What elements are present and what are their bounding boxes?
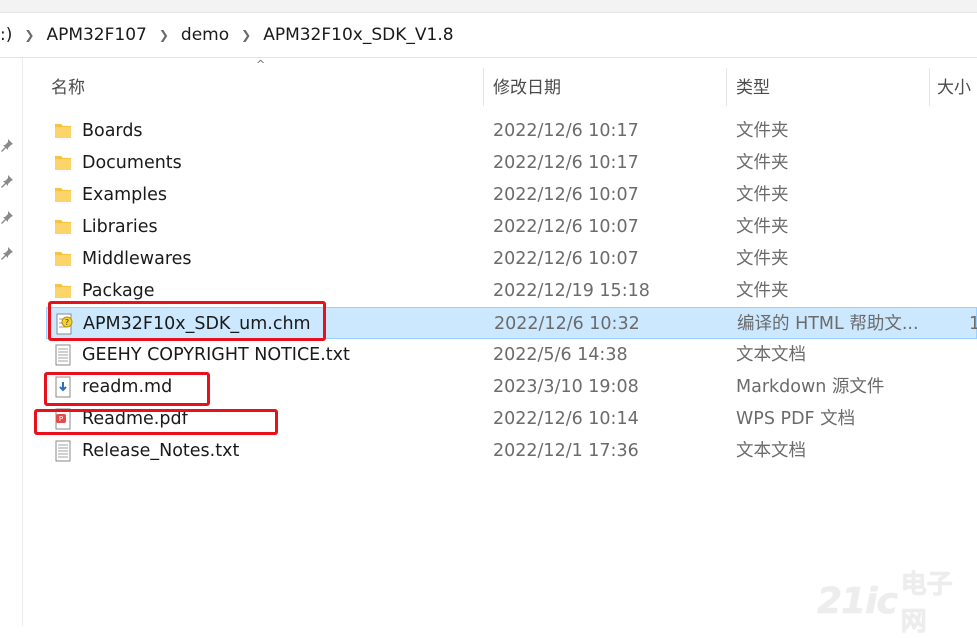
text-file-icon [55,440,71,462]
file-date: 2023/3/10 19:08 [493,377,639,397]
column-divider[interactable] [483,68,484,106]
file-type: WPS PDF 文档 [736,409,856,429]
column-header-size[interactable]: 大小 [937,66,971,110]
pin-icon[interactable] [0,246,14,260]
folder-icon [55,156,71,170]
file-name: Libraries [82,217,158,237]
folder-icon [55,252,71,266]
file-date: 2022/12/6 10:14 [493,409,639,429]
column-header: ^ 名称 修改日期 类型 大小 [22,58,977,110]
file-date: 2022/12/1 17:36 [493,441,639,461]
file-type: 文件夹 [736,153,789,173]
breadcrumb-demo[interactable]: demo [177,25,233,45]
text-file-icon [55,344,71,366]
file-name: Release_Notes.txt [82,441,240,461]
file-type: 编译的 HTML 帮助文... [737,314,919,334]
pin-icon[interactable] [0,138,14,152]
annotation-highlight-md [44,372,210,406]
file-date: 2022/12/6 10:17 [493,121,639,141]
watermark-logo-text: 21ic [817,580,898,622]
file-size: 1 [969,314,977,334]
file-type: 文件夹 [736,249,789,269]
file-type: 文件夹 [736,185,789,205]
column-header-type[interactable]: 类型 [736,66,770,110]
watermark-site-text: 电子网 [900,570,953,637]
file-type: 文件夹 [736,281,789,301]
chevron-right-icon[interactable]: ❯ [233,28,259,42]
file-row[interactable]: Middlewares 2022/12/6 10:07 文件夹 [46,243,977,275]
file-row[interactable]: GEEHY COPYRIGHT NOTICE.txt 2022/5/6 14:3… [46,339,977,371]
file-row[interactable]: Boards 2022/12/6 10:17 文件夹 [46,115,977,147]
chevron-right-icon[interactable]: ❯ [151,28,177,42]
column-divider[interactable] [929,68,930,106]
file-name: Boards [82,121,143,141]
file-date: 2022/12/6 10:32 [494,314,640,334]
column-header-name[interactable]: 名称 [51,66,85,110]
file-row[interactable]: Release_Notes.txt 2022/12/1 17:36 文本文档 [46,435,977,467]
file-type: Markdown 源文件 [736,377,885,397]
folder-icon [55,220,71,234]
pin-icon[interactable] [0,174,14,188]
sort-ascending-icon: ^ [256,58,266,71]
file-row[interactable]: Examples 2022/12/6 10:07 文件夹 [46,179,977,211]
file-type: 文件夹 [736,121,789,141]
file-type: 文件夹 [736,217,789,237]
file-date: 2022/5/6 14:38 [493,345,628,365]
file-date: 2022/12/6 10:07 [493,217,639,237]
file-row[interactable]: Libraries 2022/12/6 10:07 文件夹 [46,211,977,243]
window-top-strip [0,0,977,13]
watermark-logo: 21ic 电子网 [817,570,967,637]
file-date: 2022/12/6 10:07 [493,249,639,269]
file-date: 2022/12/6 10:07 [493,185,639,205]
file-date: 2022/12/6 10:17 [493,153,639,173]
annotation-highlight-pdf [34,409,278,435]
file-name: Examples [82,185,168,205]
folder-icon [55,284,71,298]
file-date: 2022/12/19 15:18 [493,281,650,301]
file-name: Middlewares [82,249,192,269]
pin-icon[interactable] [0,210,14,224]
column-divider[interactable] [726,68,727,106]
breadcrumb-apm32f107[interactable]: APM32F107 [42,25,150,45]
file-name: Documents [82,153,182,173]
column-header-date[interactable]: 修改日期 [493,66,561,110]
navigation-pane [0,58,23,626]
breadcrumb-sdk-folder[interactable]: APM32F10x_SDK_V1.8 [259,25,457,45]
file-name: GEEHY COPYRIGHT NOTICE.txt [82,345,350,365]
folder-icon [55,124,71,138]
file-type: 文本文档 [736,345,806,365]
folder-icon [55,188,71,202]
chevron-right-icon[interactable]: ❯ [16,28,42,42]
annotation-highlight-chm [48,301,326,341]
file-row[interactable]: Documents 2022/12/6 10:17 文件夹 [46,147,977,179]
file-type: 文本文档 [736,441,806,461]
address-bar[interactable]: :) ❯ APM32F107 ❯ demo ❯ APM32F10x_SDK_V1… [0,13,977,58]
breadcrumb-drive[interactable]: :) [0,25,16,45]
